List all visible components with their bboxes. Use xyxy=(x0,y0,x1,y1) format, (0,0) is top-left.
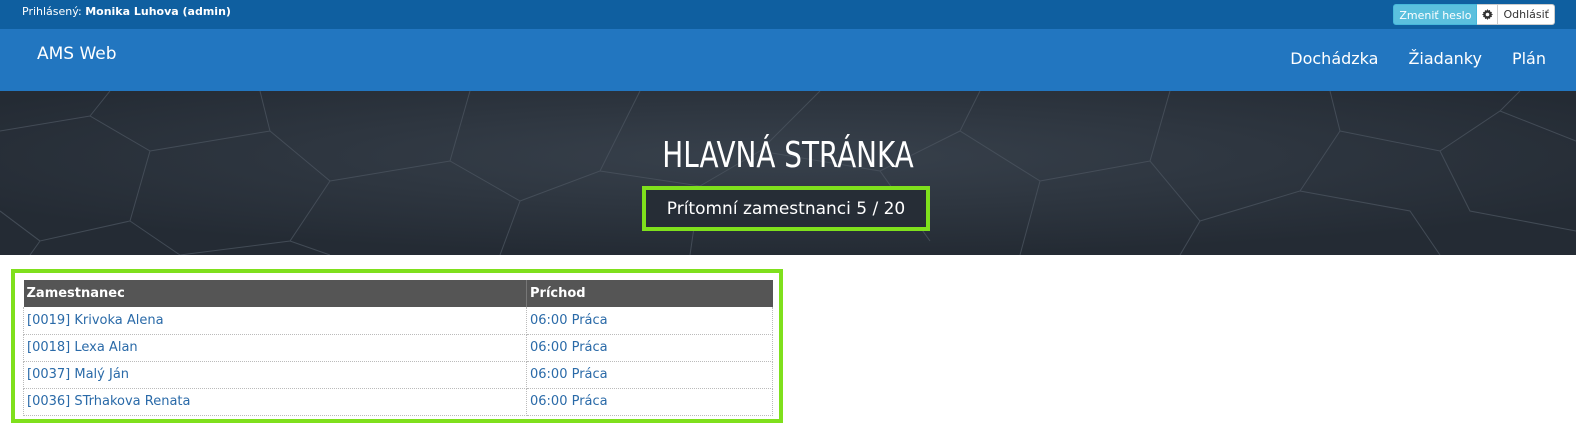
hero-banner: HLAVNÁ STRÁNKA Prítomní zamestnanci 5 / … xyxy=(0,91,1576,255)
main-nav: Dochádzka Žiadanky Plán xyxy=(1290,49,1546,68)
table-row: [0018] Lexa Alan 06:00 Práca xyxy=(23,334,773,362)
table-header-row: Zamestnanec Príchod xyxy=(23,280,773,307)
table-row: [0036] STrhakova Renata 06:00 Práca xyxy=(23,388,773,416)
nav-item-attendance[interactable]: Dochádzka xyxy=(1290,49,1378,68)
arrival-link[interactable]: 06:00 Práca xyxy=(530,394,608,409)
employee-link[interactable]: [0036] STrhakova Renata xyxy=(27,394,191,409)
present-employees-panel: Zamestnanec Príchod [0019] Krivoka Alena… xyxy=(11,269,783,423)
gear-icon xyxy=(1481,9,1493,20)
main-navbar: AMS Web Dochádzka Žiadanky Plán xyxy=(0,29,1576,91)
top-bar: Prihlásený: Monika Luhova (admin) Zmeniť… xyxy=(0,0,1576,29)
present-employees-box: Prítomní zamestnanci 5 / 20 xyxy=(642,186,930,231)
employee-link[interactable]: [0019] Krivoka Alena xyxy=(27,313,164,328)
present-employees-table: Zamestnanec Príchod [0019] Krivoka Alena… xyxy=(23,280,773,416)
logged-user-name: Monika Luhova (admin) xyxy=(85,5,231,18)
arrival-link[interactable]: 06:00 Práca xyxy=(530,340,608,355)
nav-item-requests[interactable]: Žiadanky xyxy=(1408,49,1481,68)
top-actions: Zmeniť heslo Odhlásiť xyxy=(1393,4,1555,25)
page-title: HLAVNÁ STRÁNKA xyxy=(662,135,914,176)
table-row: [0019] Krivoka Alena 06:00 Práca xyxy=(23,307,773,335)
employee-link[interactable]: [0037] Malý Ján xyxy=(27,367,129,382)
column-header-arrival[interactable]: Príchod xyxy=(526,280,773,307)
table-row: [0037] Malý Ján 06:00 Práca xyxy=(23,361,773,389)
arrival-link[interactable]: 06:00 Práca xyxy=(530,313,608,328)
change-password-button[interactable]: Zmeniť heslo xyxy=(1393,4,1478,25)
login-prefix: Prihlásený: xyxy=(22,5,82,18)
brand-link[interactable]: AMS Web xyxy=(37,44,117,64)
employee-link[interactable]: [0018] Lexa Alan xyxy=(27,340,138,355)
arrival-link[interactable]: 06:00 Práca xyxy=(530,367,608,382)
login-info: Prihlásený: Monika Luhova (admin) xyxy=(22,5,231,18)
present-employees-count: Prítomní zamestnanci 5 / 20 xyxy=(666,198,906,219)
settings-button[interactable] xyxy=(1477,4,1499,25)
column-header-employee[interactable]: Zamestnanec xyxy=(23,280,527,307)
nav-item-plan[interactable]: Plán xyxy=(1512,49,1546,68)
logout-button[interactable]: Odhlásiť xyxy=(1498,4,1555,25)
